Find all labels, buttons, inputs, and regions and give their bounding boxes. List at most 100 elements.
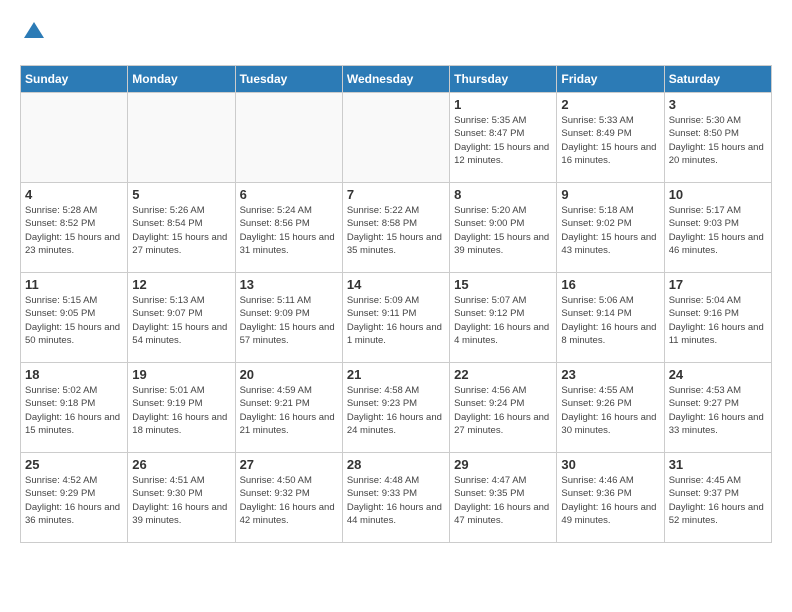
day-info: Sunrise: 5:17 AM Sunset: 9:03 PM Dayligh…: [669, 204, 767, 257]
day-info: Sunrise: 5:13 AM Sunset: 9:07 PM Dayligh…: [132, 294, 230, 347]
day-number: 31: [669, 457, 767, 472]
weekday-header-saturday: Saturday: [664, 66, 771, 93]
day-number: 27: [240, 457, 338, 472]
day-info: Sunrise: 5:09 AM Sunset: 9:11 PM Dayligh…: [347, 294, 445, 347]
weekday-header-tuesday: Tuesday: [235, 66, 342, 93]
calendar-week-5: 25 Sunrise: 4:52 AM Sunset: 9:29 PM Dayli…: [21, 453, 772, 543]
day-number: 16: [561, 277, 659, 292]
day-number: 1: [454, 97, 552, 112]
day-info: Sunrise: 5:02 AM Sunset: 9:18 PM Dayligh…: [25, 384, 123, 437]
day-number: 17: [669, 277, 767, 292]
calendar-cell: 15 Sunrise: 5:07 AM Sunset: 9:12 PM Dayli…: [450, 273, 557, 363]
day-info: Sunrise: 4:50 AM Sunset: 9:32 PM Dayligh…: [240, 474, 338, 527]
weekday-header-thursday: Thursday: [450, 66, 557, 93]
day-info: Sunrise: 5:35 AM Sunset: 8:47 PM Dayligh…: [454, 114, 552, 167]
day-info: Sunrise: 5:01 AM Sunset: 9:19 PM Dayligh…: [132, 384, 230, 437]
day-info: Sunrise: 4:51 AM Sunset: 9:30 PM Dayligh…: [132, 474, 230, 527]
calendar-cell: 25 Sunrise: 4:52 AM Sunset: 9:29 PM Dayli…: [21, 453, 128, 543]
day-number: 13: [240, 277, 338, 292]
calendar-cell: 29 Sunrise: 4:47 AM Sunset: 9:35 PM Dayli…: [450, 453, 557, 543]
day-info: Sunrise: 5:11 AM Sunset: 9:09 PM Dayligh…: [240, 294, 338, 347]
calendar-cell: [128, 93, 235, 183]
logo: [20, 20, 46, 49]
day-info: Sunrise: 5:07 AM Sunset: 9:12 PM Dayligh…: [454, 294, 552, 347]
day-info: Sunrise: 5:06 AM Sunset: 9:14 PM Dayligh…: [561, 294, 659, 347]
day-number: 24: [669, 367, 767, 382]
calendar-body: 1 Sunrise: 5:35 AM Sunset: 8:47 PM Daylig…: [21, 93, 772, 543]
day-info: Sunrise: 5:30 AM Sunset: 8:50 PM Dayligh…: [669, 114, 767, 167]
day-info: Sunrise: 4:53 AM Sunset: 9:27 PM Dayligh…: [669, 384, 767, 437]
day-number: 23: [561, 367, 659, 382]
day-number: 20: [240, 367, 338, 382]
day-info: Sunrise: 4:45 AM Sunset: 9:37 PM Dayligh…: [669, 474, 767, 527]
day-info: Sunrise: 5:33 AM Sunset: 8:49 PM Dayligh…: [561, 114, 659, 167]
calendar-cell: 4Sunrise: 5:28 AM Sunset: 8:52 PM Daylig…: [21, 183, 128, 273]
day-info: Sunrise: 5:24 AM Sunset: 8:56 PM Dayligh…: [240, 204, 338, 257]
calendar-cell: 3 Sunrise: 5:30 AM Sunset: 8:50 PM Daylig…: [664, 93, 771, 183]
day-number: 25: [25, 457, 123, 472]
day-number: 21: [347, 367, 445, 382]
calendar-cell: 27 Sunrise: 4:50 AM Sunset: 9:32 PM Dayli…: [235, 453, 342, 543]
day-info: Sunrise: 5:20 AM Sunset: 9:00 PM Dayligh…: [454, 204, 552, 257]
day-number: 8: [454, 187, 552, 202]
day-number: 10: [669, 187, 767, 202]
day-number: 2: [561, 97, 659, 112]
calendar-cell: 7 Sunrise: 5:22 AM Sunset: 8:58 PM Daylig…: [342, 183, 449, 273]
day-number: 11: [25, 277, 123, 292]
calendar-cell: 10 Sunrise: 5:17 AM Sunset: 9:03 PM Dayli…: [664, 183, 771, 273]
calendar-cell: [342, 93, 449, 183]
calendar-cell: 14Sunrise: 5:09 AM Sunset: 9:11 PM Dayli…: [342, 273, 449, 363]
calendar-cell: 21Sunrise: 4:58 AM Sunset: 9:23 PM Dayli…: [342, 363, 449, 453]
calendar-cell: 24 Sunrise: 4:53 AM Sunset: 9:27 PM Dayli…: [664, 363, 771, 453]
calendar-cell: 5 Sunrise: 5:26 AM Sunset: 8:54 PM Daylig…: [128, 183, 235, 273]
calendar-cell: 12 Sunrise: 5:13 AM Sunset: 9:07 PM Dayli…: [128, 273, 235, 363]
day-number: 18: [25, 367, 123, 382]
calendar-cell: 13 Sunrise: 5:11 AM Sunset: 9:09 PM Dayli…: [235, 273, 342, 363]
calendar-cell: 28 Sunrise: 4:48 AM Sunset: 9:33 PM Dayli…: [342, 453, 449, 543]
day-number: 29: [454, 457, 552, 472]
day-info: Sunrise: 4:52 AM Sunset: 9:29 PM Dayligh…: [25, 474, 123, 527]
calendar-cell: 2 Sunrise: 5:33 AM Sunset: 8:49 PM Daylig…: [557, 93, 664, 183]
calendar-cell: 17 Sunrise: 5:04 AM Sunset: 9:16 PM Dayli…: [664, 273, 771, 363]
day-info: Sunrise: 4:47 AM Sunset: 9:35 PM Dayligh…: [454, 474, 552, 527]
day-info: Sunrise: 4:55 AM Sunset: 9:26 PM Dayligh…: [561, 384, 659, 437]
calendar-cell: 19 Sunrise: 5:01 AM Sunset: 9:19 PM Dayli…: [128, 363, 235, 453]
weekday-header-friday: Friday: [557, 66, 664, 93]
calendar-cell: 16 Sunrise: 5:06 AM Sunset: 9:14 PM Dayli…: [557, 273, 664, 363]
calendar-week-3: 11Sunrise: 5:15 AM Sunset: 9:05 PM Dayli…: [21, 273, 772, 363]
calendar-cell: 30Sunrise: 4:46 AM Sunset: 9:36 PM Dayli…: [557, 453, 664, 543]
weekday-header-monday: Monday: [128, 66, 235, 93]
calendar-week-4: 18 Sunrise: 5:02 AM Sunset: 9:18 PM Dayli…: [21, 363, 772, 453]
day-number: 28: [347, 457, 445, 472]
calendar-week-2: 4Sunrise: 5:28 AM Sunset: 8:52 PM Daylig…: [21, 183, 772, 273]
weekday-header-sunday: Sunday: [21, 66, 128, 93]
day-number: 19: [132, 367, 230, 382]
calendar-cell: 18 Sunrise: 5:02 AM Sunset: 9:18 PM Dayli…: [21, 363, 128, 453]
calendar-cell: 1 Sunrise: 5:35 AM Sunset: 8:47 PM Daylig…: [450, 93, 557, 183]
day-number: 15: [454, 277, 552, 292]
day-info: Sunrise: 4:48 AM Sunset: 9:33 PM Dayligh…: [347, 474, 445, 527]
day-number: 3: [669, 97, 767, 112]
day-info: Sunrise: 5:22 AM Sunset: 8:58 PM Dayligh…: [347, 204, 445, 257]
calendar-cell: [235, 93, 342, 183]
calendar-cell: 26 Sunrise: 4:51 AM Sunset: 9:30 PM Dayli…: [128, 453, 235, 543]
day-number: 7: [347, 187, 445, 202]
calendar-cell: 23 Sunrise: 4:55 AM Sunset: 9:26 PM Dayli…: [557, 363, 664, 453]
day-number: 9: [561, 187, 659, 202]
day-number: 26: [132, 457, 230, 472]
day-info: Sunrise: 4:46 AM Sunset: 9:36 PM Dayligh…: [561, 474, 659, 527]
day-info: Sunrise: 4:59 AM Sunset: 9:21 PM Dayligh…: [240, 384, 338, 437]
calendar-cell: 22Sunrise: 4:56 AM Sunset: 9:24 PM Dayli…: [450, 363, 557, 453]
calendar-cell: 20 Sunrise: 4:59 AM Sunset: 9:21 PM Dayli…: [235, 363, 342, 453]
calendar-cell: 11Sunrise: 5:15 AM Sunset: 9:05 PM Dayli…: [21, 273, 128, 363]
calendar-cell: 8 Sunrise: 5:20 AM Sunset: 9:00 PM Daylig…: [450, 183, 557, 273]
day-number: 12: [132, 277, 230, 292]
calendar-table: SundayMondayTuesdayWednesdayThursdayFrid…: [20, 65, 772, 543]
calendar-cell: 6Sunrise: 5:24 AM Sunset: 8:56 PM Daylig…: [235, 183, 342, 273]
day-info: Sunrise: 5:26 AM Sunset: 8:54 PM Dayligh…: [132, 204, 230, 257]
calendar-week-1: 1 Sunrise: 5:35 AM Sunset: 8:47 PM Daylig…: [21, 93, 772, 183]
day-info: Sunrise: 5:04 AM Sunset: 9:16 PM Dayligh…: [669, 294, 767, 347]
day-number: 5: [132, 187, 230, 202]
weekday-header-row: SundayMondayTuesdayWednesdayThursdayFrid…: [21, 66, 772, 93]
day-info: Sunrise: 4:56 AM Sunset: 9:24 PM Dayligh…: [454, 384, 552, 437]
